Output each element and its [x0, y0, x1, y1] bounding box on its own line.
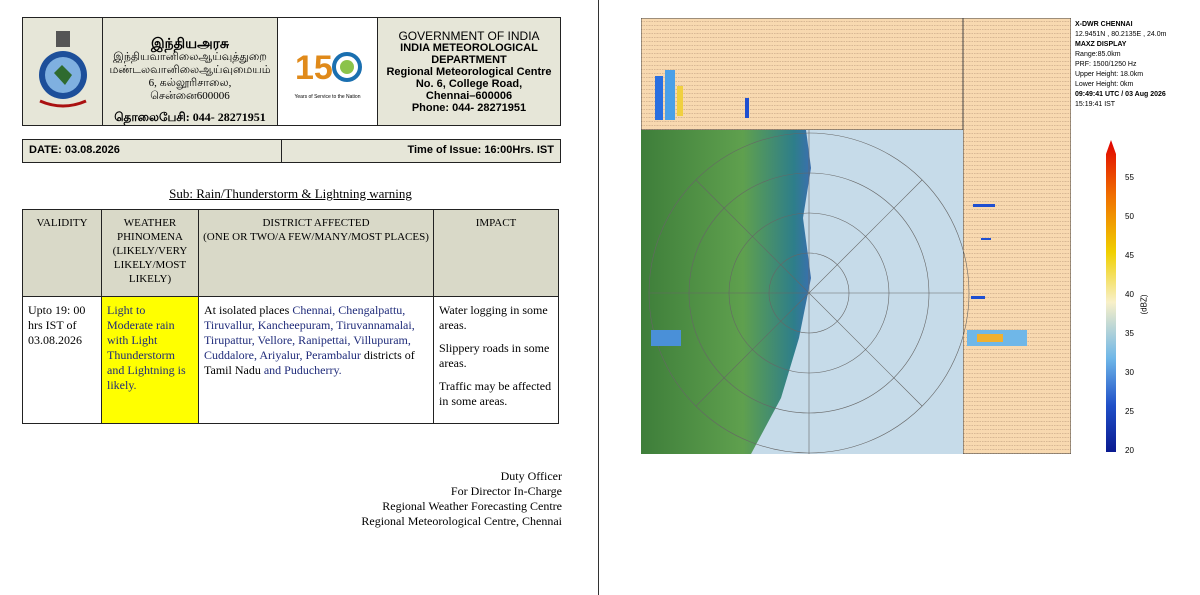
radar-title: X-DWR CHENNAI [1075, 21, 1133, 28]
eng-line1: GOVERNMENT OF INDIA [398, 29, 540, 43]
eng-line3: Regional Meteorological Centre [386, 66, 552, 78]
radar-lower: Lower Height: 0km [1075, 81, 1134, 88]
radar-display: MAXZ DISPLAY [1075, 41, 1127, 48]
warning-table: VALIDITY WEATHER PHINOMENA (LIKELY/VERY … [22, 209, 559, 424]
eng-line4: No. 6, College Road, [415, 78, 523, 90]
scale-50: 50 [1125, 212, 1134, 221]
radar-image [641, 18, 1071, 454]
east-west-profile [962, 18, 1071, 454]
cell-weather: Light to Moderate rain with Light Thunde… [101, 296, 199, 424]
north-south-profile [641, 18, 964, 131]
imd-emblem-icon [38, 30, 87, 107]
scale-35: 35 [1125, 329, 1134, 338]
scale-30: 30 [1125, 368, 1134, 377]
eng-line5: Chennai–600006 [425, 90, 513, 102]
cell-district: At isolated places Chennai, Chengalpattu… [198, 296, 434, 424]
tamil-phone: தொலைபேசி: 044- 28271951 [114, 110, 266, 124]
header-weather: WEATHER PHINOMENA (LIKELY/VERY LIKELY/MO… [101, 209, 199, 297]
tamil-line2: இந்தியவானிலைஆய்வுத்துறை [113, 51, 267, 63]
header-district-title: DISTRICT AFFECTED [262, 217, 370, 229]
radar-info: X-DWR CHENNAI 12.9451N , 80.2135E , 24.0… [1075, 20, 1166, 110]
anniversary-logo: 15 Years of Service to the Nation [278, 18, 378, 125]
radar-prf: PRF: 1500/1250 Hz [1075, 61, 1137, 68]
sign-line4: Regional Meteorological Centre, Chennai [361, 514, 562, 528]
letterhead: இந்தியஅரசு இந்தியவானிலைஆய்வுத்துறை மண்டல… [22, 17, 561, 126]
dbz-unit-label: (dBZ) [1139, 294, 1149, 315]
cell-validity: Upto 19: 00 hrs IST of 03.08.2026 [22, 296, 102, 424]
header-validity: VALIDITY [22, 209, 102, 297]
radar-ist: 15:19:41 IST [1075, 101, 1116, 108]
date-label: DATE: 03.08.2026 [23, 140, 282, 162]
date-bar: DATE: 03.08.2026 Time of Issue: 16:00Hrs… [22, 139, 561, 163]
impact-1: Water logging in some areas. [439, 303, 548, 332]
scale-45: 45 [1125, 251, 1134, 260]
header-district-sub: (ONE OR TWO/A FEW/MANY/MOST PLACES) [203, 231, 429, 243]
radar-upper: Upper Height: 18.0km [1075, 71, 1144, 78]
imd-emblem-cell [23, 18, 103, 125]
logo-caption: Years of Service to the Nation [294, 94, 361, 100]
tamil-line5: சென்னை600006 [150, 90, 230, 102]
eng-line2: INDIA METEOROLOGICAL DEPARTMENT [400, 42, 538, 66]
header-district: DISTRICT AFFECTED (ONE OR TWO/A FEW/MANY… [198, 209, 434, 297]
tamil-line1: இந்தியஅரசு [151, 37, 229, 52]
page-divider [598, 0, 599, 595]
district-end: Puducherry. [281, 363, 342, 377]
signature-block: Duty Officer For Director In-Charge Regi… [300, 469, 562, 529]
district-and: and [263, 363, 282, 377]
cell-impact: Water logging in some areas. Slippery ro… [433, 296, 559, 424]
dbz-colorbar [1106, 140, 1116, 452]
sign-line2: For Director In-Charge [450, 484, 562, 498]
150-years-logo-icon: 15 [295, 49, 362, 87]
english-address: GOVERNMENT OF INDIA INDIA METEOROLOGICAL… [378, 18, 560, 125]
subject-line: Sub: Rain/Thunderstorm & Lightning warni… [169, 186, 412, 201]
svg-text:15: 15 [295, 49, 333, 87]
sign-line1: Duty Officer [500, 469, 562, 483]
district-prefix: At isolated places [204, 303, 293, 317]
issue-time-label: Time of Issue: 16:00Hrs. IST [282, 140, 560, 162]
scale-40: 40 [1125, 290, 1134, 299]
header-impact: IMPACT [433, 209, 559, 297]
radar-range: Range:85.0km [1075, 51, 1121, 58]
scale-25: 25 [1125, 407, 1134, 416]
radar-coords: 12.9451N , 80.2135E , 24.0m [1075, 31, 1167, 38]
scale-55: 55 [1125, 173, 1134, 182]
impact-2: Slippery roads in some areas. [439, 341, 550, 370]
radar-utc: 09:49:41 UTC / 03 Aug 2026 [1075, 91, 1166, 98]
tamil-address: இந்தியஅரசு இந்தியவானிலைஆய்வுத்துறை மண்டல… [103, 18, 278, 125]
tamil-line3: மண்டலவானிலைஆய்வுமையம் [109, 64, 271, 76]
tamil-line4: 6, கல்லூரிசாலை, [148, 77, 232, 89]
scale-20: 20 [1125, 446, 1134, 455]
sign-line3: Regional Weather Forecasting Centre [382, 499, 562, 513]
impact-3: Traffic may be affected in some areas. [439, 379, 552, 408]
eng-phone: Phone: 044- 28271951 [411, 102, 527, 114]
